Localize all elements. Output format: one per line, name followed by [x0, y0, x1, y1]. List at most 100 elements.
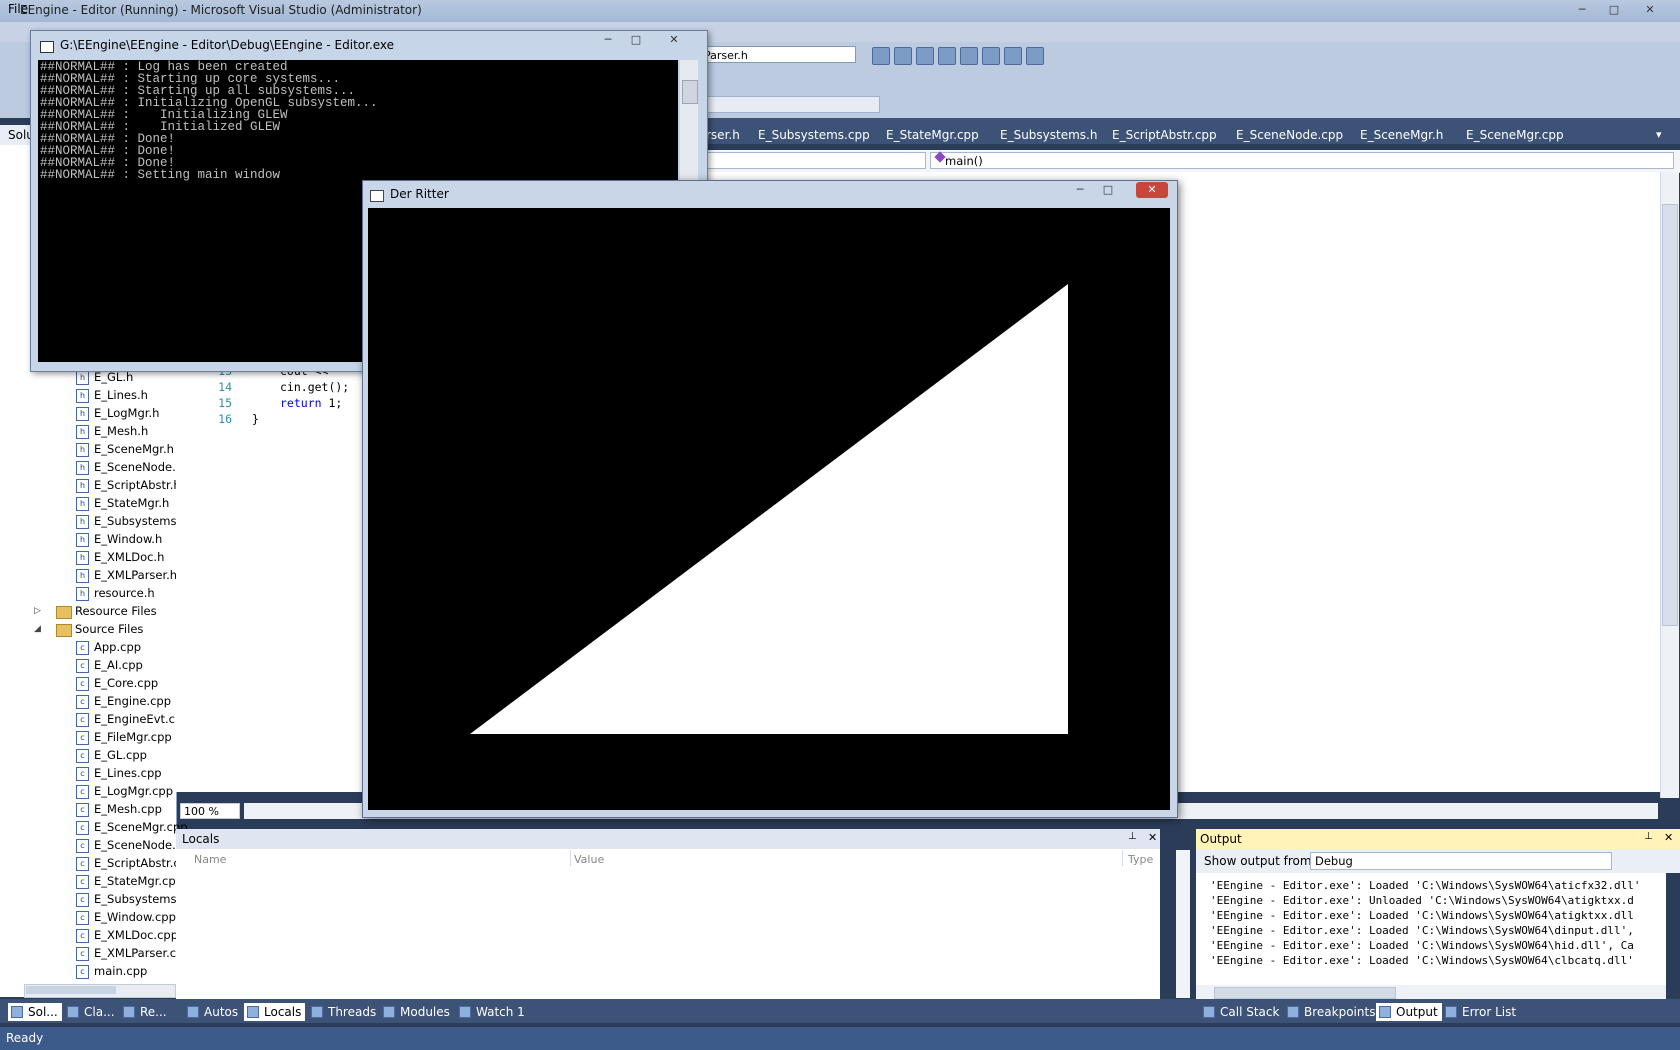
locals-pin-icon[interactable]: ⊥ [1128, 831, 1137, 842]
tree-expanded-arrow-icon[interactable]: ◢ [34, 624, 41, 634]
locals-vscrollbar[interactable] [1176, 850, 1190, 998]
tree-item-header-file[interactable]: E_Mesh.h [94, 424, 148, 438]
start-page-icon[interactable] [982, 47, 1000, 65]
console-minimize-button[interactable]: ─ [598, 32, 618, 48]
header-file-icon: h [76, 389, 89, 403]
editor-tab[interactable]: E_SceneMgr.h [1360, 128, 1443, 142]
vs-maximize-button[interactable]: □ [1604, 2, 1624, 18]
bottom-tab[interactable]: Error List [1442, 1003, 1520, 1021]
tree-item-source-file[interactable]: E_LogMgr.cpp [94, 784, 173, 798]
output-hscroll-thumb[interactable] [1214, 987, 1396, 999]
cpp-file-icon: c [76, 893, 89, 907]
tree-item-source-file[interactable]: E_Lines.cpp [94, 766, 162, 780]
tree-item-source-file[interactable]: E_Core.cpp [94, 676, 158, 690]
tree-item-header-file[interactable]: E_XMLDoc.h [94, 550, 164, 564]
editor-tab[interactable]: E_Subsystems.cpp [758, 128, 870, 142]
solution-explorer-icon[interactable] [894, 47, 912, 65]
tree-item-header-file[interactable]: E_LogMgr.h [94, 406, 159, 420]
editor-tab[interactable]: E_StateMgr.cpp [886, 128, 979, 142]
bottom-tab[interactable]: Sol... [8, 1003, 62, 1021]
nav-scope-combo[interactable] [686, 152, 926, 169]
zoom-combo[interactable]: 100 % [180, 803, 240, 819]
tree-item-source-file[interactable]: E_StateMgr.cpp [94, 874, 183, 888]
output-source-combo[interactable]: Debug [1310, 852, 1612, 870]
tree-item-source-files[interactable]: Source Files [75, 622, 143, 636]
output-close-icon[interactable]: ✕ [1664, 831, 1673, 844]
bottom-tab[interactable]: Autos [184, 1003, 242, 1021]
bottom-tab[interactable]: Re... [120, 1003, 171, 1021]
gl-maximize-button[interactable]: □ [1098, 182, 1118, 198]
properties-icon[interactable] [916, 47, 934, 65]
editor-tab[interactable]: E_SceneNode.cpp [1236, 128, 1343, 142]
tree-item-source-file[interactable]: App.cpp [94, 640, 141, 654]
tree-item-header-file[interactable]: E_SceneMgr.h [94, 442, 174, 456]
toolbox-icon[interactable] [960, 47, 978, 65]
tree-item-source-file[interactable]: E_Engine.cpp [94, 694, 171, 708]
tree-item-source-file[interactable]: E_Window.cpp [94, 910, 176, 924]
tree-item-source-file[interactable]: main.cpp [94, 964, 147, 978]
vs-close-button[interactable]: ✕ [1640, 2, 1660, 18]
line-number: 16 [218, 412, 232, 426]
tree-item-header-file[interactable]: E_XMLParser.h [94, 568, 177, 582]
header-file-icon: h [76, 461, 89, 475]
tree-item-source-file[interactable]: E_AI.cpp [94, 658, 143, 672]
code-line[interactable]: cin.get(); [280, 380, 349, 394]
tree-item-source-file[interactable]: E_FileMgr.cpp [94, 730, 172, 744]
console-maximize-button[interactable]: □ [626, 32, 646, 48]
tree-item-header-file[interactable]: E_ScriptAbstr.h [94, 478, 181, 492]
locals-col-type[interactable]: Type [1128, 853, 1153, 866]
tree-item-header-file[interactable]: E_GL.h [94, 370, 133, 384]
tree-item-header-file[interactable]: E_Subsystems.h [94, 514, 187, 528]
bottom-tab[interactable]: Call Stack [1200, 1003, 1283, 1021]
tree-item-header-file[interactable]: E_Lines.h [94, 388, 148, 402]
bottom-tab[interactable]: Locals [244, 1003, 306, 1021]
code-line[interactable]: } [252, 412, 259, 426]
tree-item-source-file[interactable]: E_XMLDoc.cpp [94, 928, 178, 942]
locals-col-sep[interactable] [570, 850, 571, 866]
extension-manager-icon[interactable] [1004, 47, 1022, 65]
bottom-tab[interactable]: Breakpoints [1284, 1003, 1379, 1021]
bottom-tab[interactable]: Modules [380, 1003, 454, 1021]
find-in-files-icon[interactable] [872, 47, 890, 65]
tree-collapsed-arrow-icon[interactable]: ▷ [34, 606, 41, 616]
tree-item-source-file[interactable]: E_Mesh.cpp [94, 802, 162, 816]
solution-hscroll-thumb[interactable] [26, 986, 116, 994]
editor-vscroll-thumb[interactable] [1662, 204, 1678, 626]
editor-tab[interactable]: E_SceneMgr.cpp [1466, 128, 1564, 142]
tree-item-header-file[interactable]: resource.h [94, 586, 155, 600]
tree-item-source-file[interactable]: E_SceneMgr.cpp [94, 820, 188, 834]
bottom-tab[interactable]: Watch 1 [456, 1003, 529, 1021]
gl-minimize-button[interactable]: ─ [1070, 182, 1090, 198]
console-close-button[interactable]: ✕ [664, 32, 684, 48]
tree-item-header-file[interactable]: E_StateMgr.h [94, 496, 169, 510]
code-line[interactable]: return 1; [280, 396, 342, 410]
find-combo[interactable]: Parser.h [700, 46, 856, 63]
tab-icon [383, 1006, 395, 1018]
tab-dropdown-icon[interactable]: ▾ [1656, 128, 1662, 141]
locals-close-icon[interactable]: ✕ [1148, 831, 1157, 844]
locals-col-sep[interactable] [1122, 850, 1123, 866]
output-pin-icon[interactable]: ⊥ [1644, 831, 1653, 842]
editor-tab[interactable]: E_Subsystems.h [1000, 128, 1097, 142]
editor-tab[interactable]: rser.h [706, 128, 740, 142]
gl-canvas[interactable] [368, 208, 1170, 810]
tree-item-source-file[interactable]: E_GL.cpp [94, 748, 147, 762]
vs-minimize-button[interactable]: ─ [1572, 2, 1592, 18]
bottom-tab[interactable]: Cla... [64, 1003, 119, 1021]
menu-file[interactable]: File [8, 2, 28, 16]
output-line: 'EEngine - Editor.exe': Loaded 'C:\Windo… [1210, 879, 1641, 892]
locals-col-name[interactable]: Name [194, 853, 226, 866]
object-browser-icon[interactable] [938, 47, 956, 65]
gl-close-button[interactable]: ✕ [1136, 182, 1168, 198]
editor-tab[interactable]: E_ScriptAbstr.cpp [1112, 128, 1217, 142]
tree-item-resource-files[interactable]: Resource Files [75, 604, 157, 618]
bottom-tab[interactable]: Output [1376, 1003, 1442, 1021]
console-vscroll-thumb[interactable] [682, 80, 698, 104]
toolbar-combo[interactable] [700, 96, 880, 113]
command-window-icon[interactable] [1026, 47, 1044, 65]
tree-item-header-file[interactable]: E_SceneNode.h [94, 460, 183, 474]
bottom-tab[interactable]: Threads [308, 1003, 380, 1021]
locals-col-value[interactable]: Value [574, 853, 604, 866]
nav-function-combo[interactable]: main() [930, 152, 1674, 169]
tree-item-header-file[interactable]: E_Window.h [94, 532, 162, 546]
